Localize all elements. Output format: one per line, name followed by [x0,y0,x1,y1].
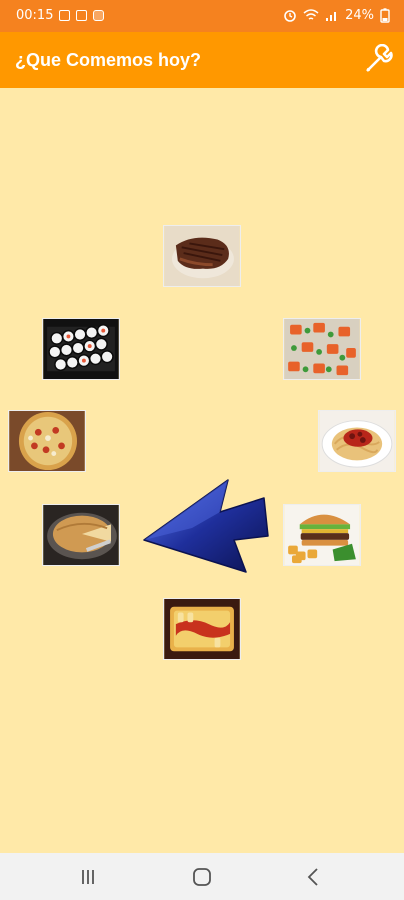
app-bar: ¿Que Comemos hoy? [0,32,404,88]
status-time: 00:15 [16,8,54,23]
gallery-notification-icon [59,10,71,21]
battery-icon [380,8,390,23]
sim-notification-icon [76,10,88,21]
alarm-icon [284,10,296,22]
food-wheel [0,88,404,853]
pizza-image[interactable] [8,410,86,472]
wifi-icon [303,9,319,20]
status-bar: 00:15 24% [0,0,404,32]
battery-percent: 24% [345,8,374,23]
navigation-bar [0,853,404,900]
wrench-icon[interactable] [362,44,394,76]
salad-image[interactable] [283,318,361,380]
recents-icon[interactable] [74,865,102,889]
pie-image[interactable] [42,504,120,566]
home-icon[interactable] [188,865,216,889]
spaghetti-image[interactable] [318,410,396,472]
back-icon[interactable] [300,865,328,889]
status-right: 24% [283,8,390,23]
lasagna-image[interactable] [163,598,241,660]
sushi-image[interactable] [42,318,120,380]
arrow-icon[interactable] [142,476,270,574]
burger-image[interactable] [283,504,361,566]
steak-image[interactable] [163,225,241,287]
app-notification-icon [93,10,105,21]
status-left: 00:15 [16,8,105,23]
page-title: ¿Que Comemos hoy? [15,50,202,70]
signal-icon [326,12,337,21]
